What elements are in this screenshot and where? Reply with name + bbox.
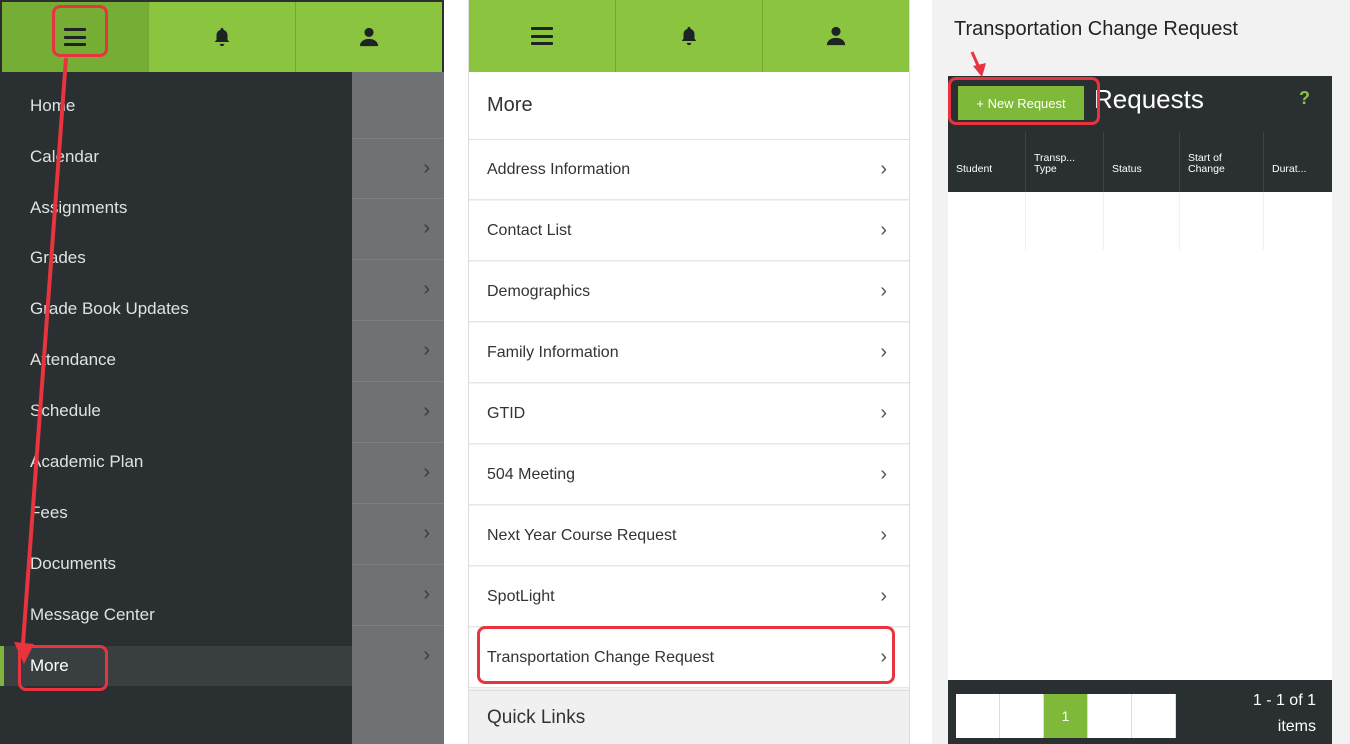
table-header: Student Transp... Type Status Start of Chan…: [948, 132, 1332, 192]
drawer-item[interactable]: Grade Book Updates: [0, 289, 352, 329]
pager: 1 1 - 1 of 1 items: [948, 680, 1332, 744]
list-item-label: SpotLight: [487, 587, 555, 605]
chevron-right-icon: ›: [423, 400, 430, 422]
chevron-right-icon: ›: [423, 583, 430, 605]
list-item[interactable]: Demographics ›: [469, 262, 909, 322]
list-item-label: GTID: [487, 404, 526, 422]
pager-current-page[interactable]: 1: [1044, 694, 1088, 738]
background-list-row: ›: [352, 138, 444, 198]
highlight-menu-button: [52, 5, 108, 57]
user-icon: [359, 27, 379, 47]
drawer-item[interactable]: Schedule: [0, 391, 352, 431]
drawer-item[interactable]: Academic Plan: [0, 442, 352, 482]
list-item[interactable]: SpotLight ›: [469, 567, 909, 627]
arrow-pointer: [970, 51, 986, 77]
drawer-item[interactable]: Home: [0, 86, 352, 126]
page-title: Transportation Change Request: [954, 18, 1238, 40]
column-header[interactable]: Start of Change: [1180, 132, 1264, 192]
chevron-right-icon: ›: [880, 402, 887, 424]
requests-panel: Transportation Change Request + New Requ…: [932, 0, 1350, 744]
list-item-label: 504 Meeting: [487, 465, 576, 483]
background-list-row: ›: [352, 381, 444, 441]
profile-button[interactable]: [763, 0, 909, 72]
arrow-head: [14, 642, 34, 664]
pager-first-button[interactable]: [956, 694, 1000, 738]
drawer-item[interactable]: Message Center: [0, 595, 352, 635]
chevron-right-icon: ›: [880, 280, 887, 302]
table-row[interactable]: [948, 192, 1332, 250]
list-item[interactable]: Contact List ›: [469, 201, 909, 261]
list-item[interactable]: GTID ›: [469, 384, 909, 444]
chevron-right-icon: ›: [423, 522, 430, 544]
requests-card: + New Request Requests ? Student Transp..…: [948, 76, 1332, 744]
user-icon: [826, 26, 846, 46]
pager-last-button[interactable]: [1132, 694, 1176, 738]
quick-links-heading: Quick Links: [469, 690, 909, 744]
pager-range: 1 - 1 of 1: [1252, 692, 1316, 709]
drawer-item[interactable]: Attendance: [0, 340, 352, 380]
list-item[interactable]: 504 Meeting ›: [469, 445, 909, 505]
highlight-new-request: [948, 77, 1100, 125]
pager-next-button[interactable]: [1088, 694, 1132, 738]
hamburger-menu-icon: [531, 27, 553, 45]
menu-button[interactable]: [469, 0, 616, 72]
list-item[interactable]: Family Information ›: [469, 323, 909, 383]
background-list-row: ›: [352, 259, 444, 319]
pager-info: 1 - 1 of 1 items: [1253, 688, 1316, 740]
page-title: More: [469, 72, 909, 140]
list-item[interactable]: Address Information ›: [469, 140, 909, 200]
chevron-right-icon: ›: [880, 341, 887, 363]
chevron-right-icon: ›: [423, 157, 430, 179]
notifications-button[interactable]: [149, 2, 296, 72]
list-item-label: Next Year Course Request: [487, 526, 677, 544]
drawer-item[interactable]: Documents: [0, 544, 352, 584]
chevron-right-icon: ›: [423, 217, 430, 239]
notifications-button[interactable]: [616, 0, 763, 72]
list-item-label: Demographics: [487, 282, 591, 300]
background-list-row: ›: [352, 503, 444, 563]
nav-drawer-panel: › › › › › › › › › Home Calendar Assignments Grades G…: [0, 0, 444, 744]
profile-button[interactable]: [296, 2, 442, 72]
chevron-right-icon: ›: [880, 158, 887, 180]
list-item[interactable]: Next Year Course Request ›: [469, 506, 909, 566]
column-header[interactable]: Student: [948, 132, 1026, 192]
list-item-label: Family Information: [487, 343, 619, 361]
chevron-right-icon: ›: [880, 524, 887, 546]
top-bar: [469, 0, 909, 72]
more-list-panel: More Address Information › Contact List › De…: [468, 0, 910, 744]
pager-prev-button[interactable]: [1000, 694, 1044, 738]
bell-icon: [214, 27, 230, 47]
list-item-label: Contact List: [487, 221, 572, 239]
chevron-right-icon: ›: [423, 278, 430, 300]
background-list-row: ›: [352, 320, 444, 380]
card-title: Requests: [1094, 84, 1204, 114]
column-header[interactable]: Durat...: [1264, 132, 1332, 192]
drawer-item[interactable]: Fees: [0, 493, 352, 533]
bell-icon: [681, 26, 697, 46]
column-header[interactable]: Status: [1104, 132, 1180, 192]
column-header[interactable]: Transp... Type: [1026, 132, 1104, 192]
pager-unit: items: [1277, 718, 1316, 735]
list-item-label: Address Information: [487, 160, 631, 178]
drawer-item[interactable]: Calendar: [0, 137, 352, 177]
chevron-right-icon: ›: [880, 219, 887, 241]
chevron-right-icon: ›: [880, 585, 887, 607]
background-list-row: ›: [352, 564, 444, 624]
highlight-transportation-item: [477, 626, 895, 684]
background-list-row: ›: [352, 442, 444, 502]
chevron-right-icon: ›: [880, 463, 887, 485]
side-drawer: Home Calendar Assignments Grades Grade Book …: [0, 72, 352, 744]
background-list-row: ›: [352, 198, 444, 258]
chevron-right-icon: ›: [423, 644, 430, 666]
chevron-right-icon: ›: [423, 339, 430, 361]
help-icon[interactable]: ?: [1299, 88, 1310, 109]
background-list-row: ›: [352, 625, 444, 685]
background-list-overlay: › › › › › › › › ›: [352, 72, 444, 744]
chevron-right-icon: ›: [423, 461, 430, 483]
